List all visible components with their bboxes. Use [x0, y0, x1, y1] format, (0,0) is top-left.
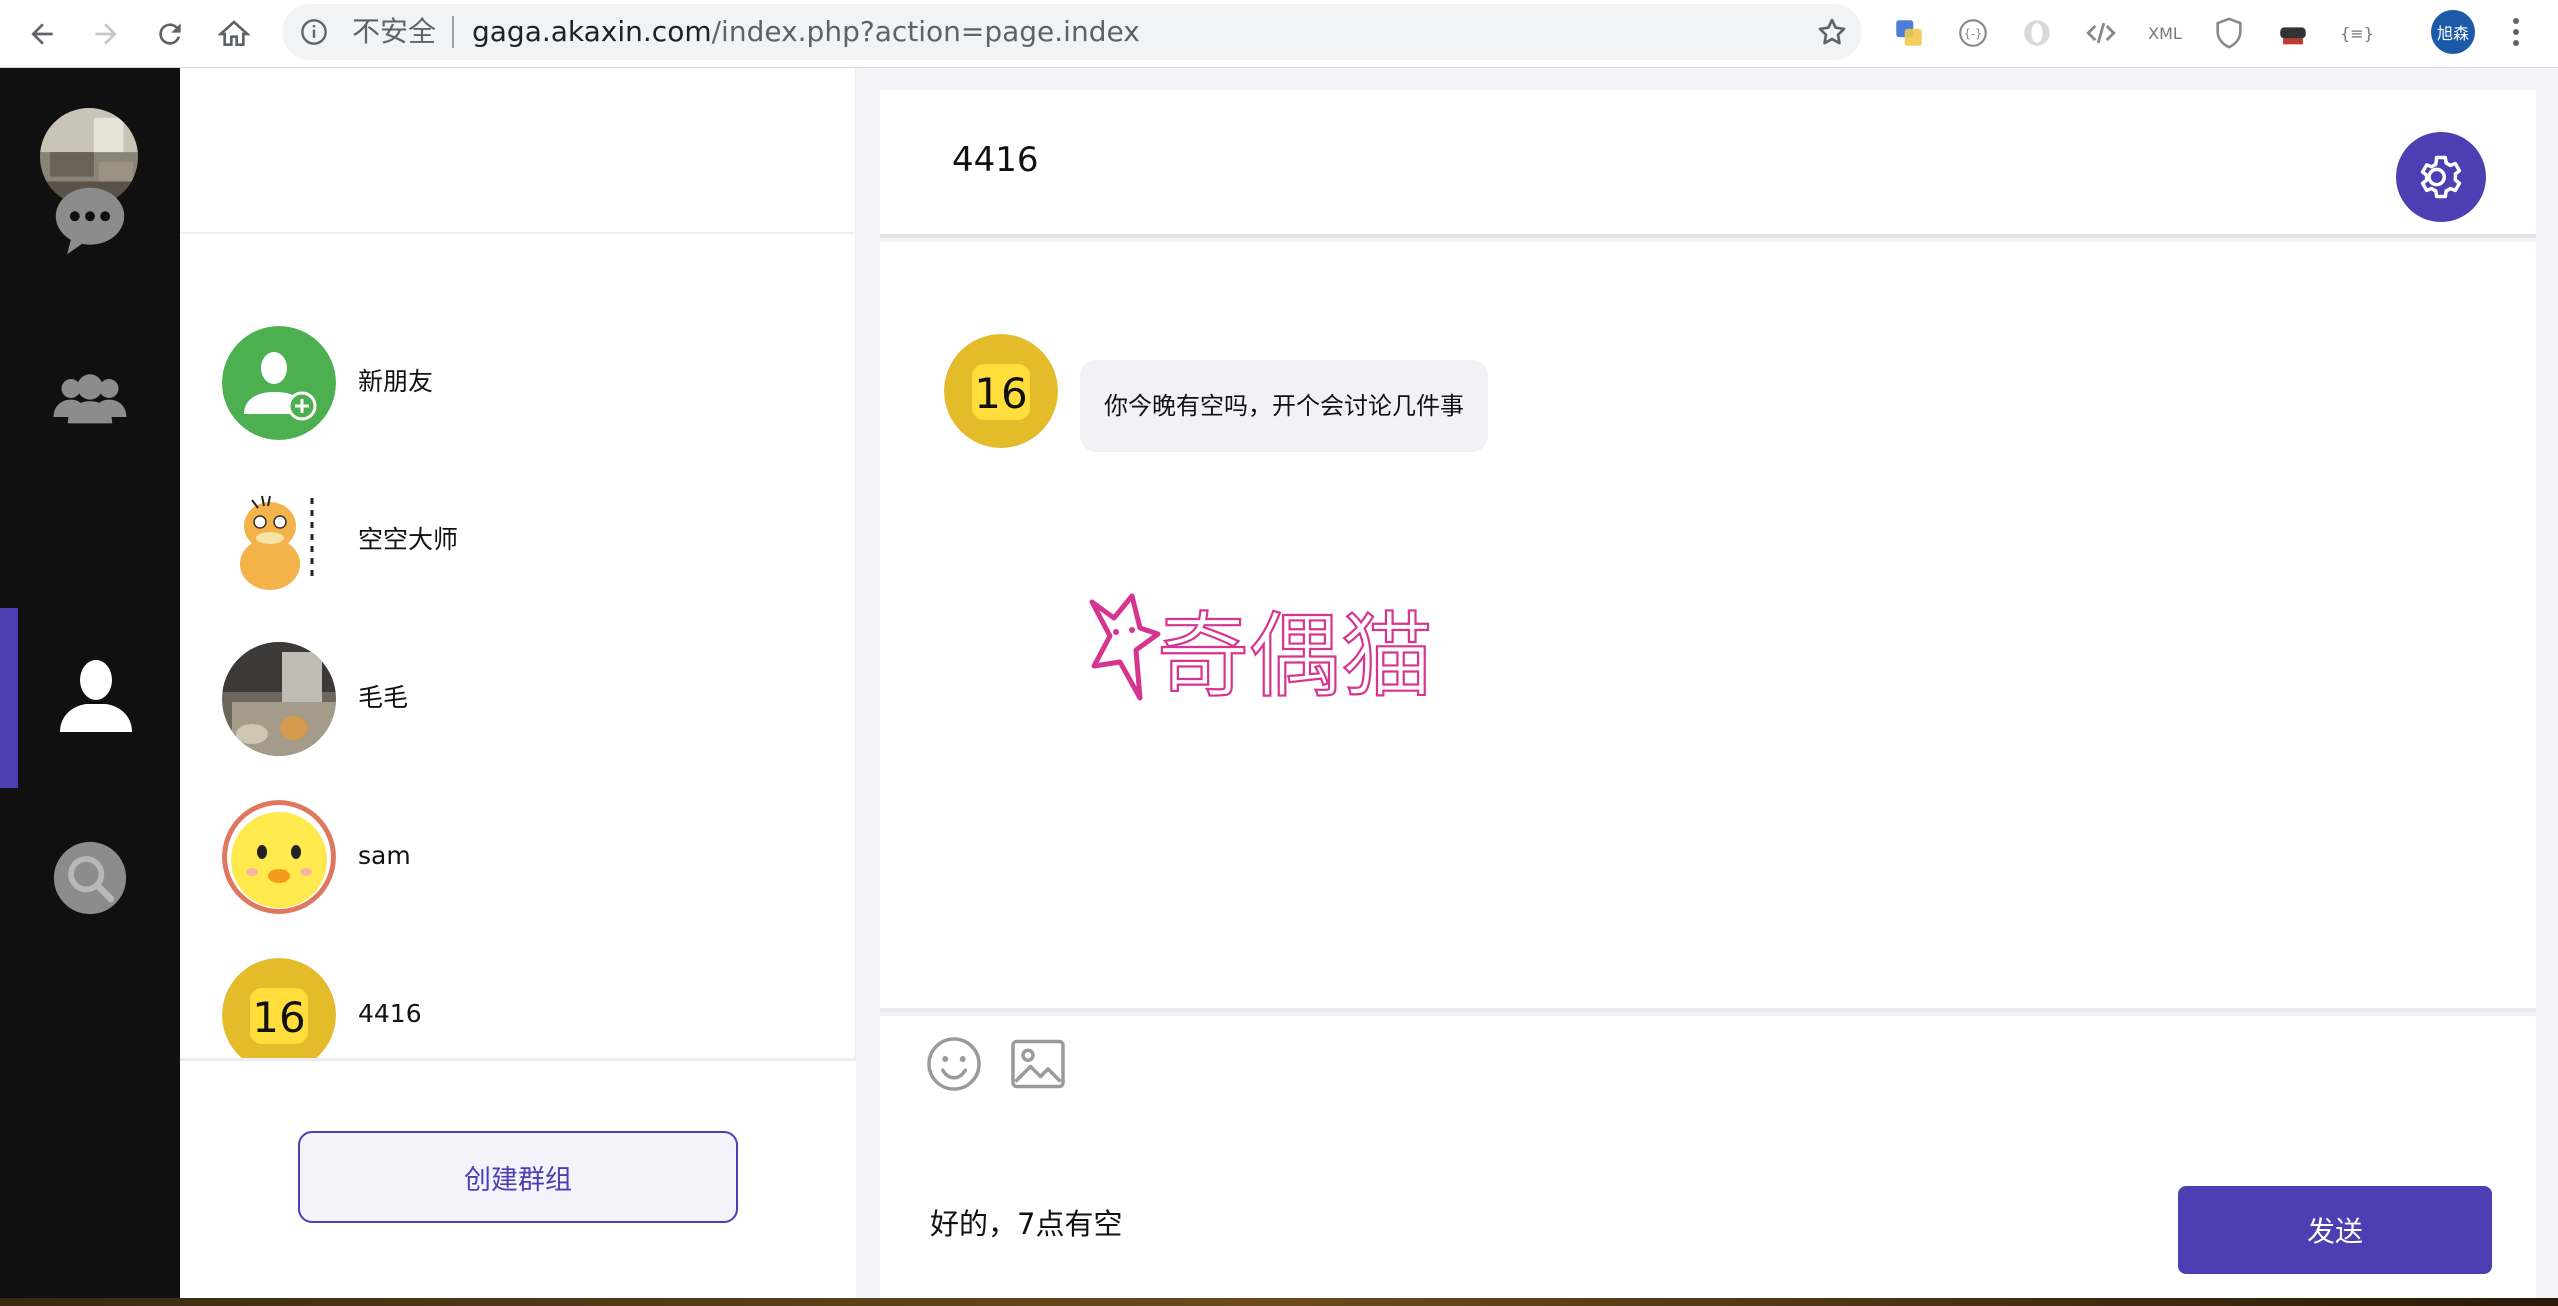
extension-bracket-button[interactable]: {-} — [1952, 12, 1994, 54]
nav-search-button[interactable] — [50, 838, 130, 918]
chat-settings-button[interactable] — [2396, 132, 2486, 222]
url-path: /index.php?action=page.index — [711, 15, 1140, 48]
contact-name: 4416 — [358, 999, 422, 1028]
contact-name: 毛毛 — [358, 683, 409, 712]
contact-item[interactable]: 16 4416 — [222, 958, 822, 1072]
person-icon — [60, 660, 132, 732]
send-button[interactable]: 发送 — [2178, 1186, 2492, 1274]
photo-avatar — [222, 642, 336, 756]
circle-extension-icon — [2024, 20, 2050, 46]
emoji-icon[interactable] — [924, 1034, 984, 1094]
extension-json-button[interactable]: {≡} — [2336, 12, 2378, 54]
insecure-label: 不安全 — [352, 15, 437, 48]
extension-opera-button[interactable] — [2016, 12, 2058, 54]
address-bar[interactable]: 不安全 gaga.akaxin.com/index.php?action=pag… — [282, 4, 1862, 60]
menu-dot-icon — [2513, 40, 2519, 46]
contacts-footer: 创建群组 — [180, 1058, 856, 1300]
star-icon[interactable] — [1816, 16, 1848, 48]
create-group-button[interactable]: 创建群组 — [298, 1131, 738, 1223]
shield-extension-icon — [2216, 17, 2242, 49]
chat-header: 4416 — [880, 90, 2536, 238]
reload-button[interactable] — [142, 6, 198, 62]
svg-text:{-}: {-} — [1964, 26, 1983, 40]
gear-icon — [2420, 155, 2462, 199]
contact-item[interactable]: 空空大师 — [222, 484, 822, 598]
contact-item[interactable]: sam — [222, 800, 822, 914]
desktop-background-strip — [0, 1298, 2558, 1306]
browser-toolbar: 不安全 gaga.akaxin.com/index.php?action=pag… — [0, 0, 2558, 68]
extension-code-button[interactable] — [2080, 12, 2122, 54]
number-16-avatar: 16 — [222, 958, 336, 1072]
menu-dot-icon — [2513, 18, 2519, 24]
xml-extension-icon: XML — [2148, 23, 2182, 43]
home-icon — [218, 20, 250, 46]
svg-text:16: 16 — [252, 993, 305, 1042]
contact-avatar — [222, 326, 336, 440]
message-input[interactable]: 好的，7点有空 — [930, 1204, 1122, 1244]
reload-icon — [159, 23, 181, 45]
translate-extension-icon — [1896, 20, 1922, 46]
info-icon[interactable] — [300, 18, 328, 46]
browser-menu-button[interactable] — [2500, 10, 2532, 54]
chick-cartoon-avatar — [222, 800, 336, 914]
extension-shield-button[interactable] — [2208, 12, 2250, 54]
duck-cartoon-avatar — [222, 484, 336, 598]
extension-translate-button[interactable] — [1888, 12, 1930, 54]
contact-name: 空空大师 — [358, 525, 459, 554]
home-button[interactable] — [206, 6, 262, 62]
nav-groups-button[interactable] — [50, 358, 130, 438]
url-text[interactable]: gaga.akaxin.com/index.php?action=page.in… — [472, 14, 1140, 50]
contact-list: 新朋友 空空大师 毛毛 sam 16 4416 — [180, 234, 856, 1128]
contact-item[interactable]: 新朋友 — [222, 326, 822, 440]
menu-dot-icon — [2513, 29, 2519, 35]
search-icon — [53, 841, 127, 915]
message-list: 16 你今晚有空吗，开个会讨论几件事 奇偶猫 — [880, 242, 2536, 1012]
group-icon — [53, 374, 127, 424]
contact-item[interactable]: 毛毛 — [222, 642, 822, 756]
arrow-left-icon — [31, 23, 53, 45]
cat-logo-sticker: 奇偶猫 — [1089, 593, 1434, 711]
contact-avatar — [222, 484, 336, 598]
message-bubble: 你今晚有空吗，开个会讨论几件事 — [1080, 360, 1488, 452]
add-friend-icon — [222, 326, 336, 440]
contacts-header — [180, 68, 856, 234]
extension-xml-button[interactable]: XML — [2144, 12, 2186, 54]
left-navigation — [0, 68, 180, 1300]
nav-contacts-button[interactable] — [56, 656, 136, 736]
nav-chat-button[interactable] — [50, 180, 130, 260]
contact-name: sam — [358, 841, 411, 870]
back-button[interactable] — [14, 6, 70, 62]
contact-name: 新朋友 — [358, 367, 434, 396]
code-extension-icon — [2086, 22, 2116, 44]
forward-button[interactable] — [78, 6, 134, 62]
omnibox-separator — [452, 16, 454, 48]
nav-active-indicator — [0, 608, 18, 788]
profile-avatar[interactable]: 旭森 — [2431, 10, 2475, 54]
image-icon[interactable] — [1008, 1034, 1068, 1094]
sticker-text: 奇偶猫 — [1157, 603, 1433, 710]
json-extension-icon: {≡} — [2340, 23, 2374, 43]
contact-avatar — [222, 642, 336, 756]
number-16-avatar: 16 — [944, 334, 1058, 448]
contact-avatar — [222, 800, 336, 914]
contact-avatar: 16 — [222, 958, 336, 1072]
message-composer: 好的，7点有空 发送 — [880, 1016, 2536, 1298]
mask-extension-icon — [2280, 27, 2306, 45]
message-sender-avatar[interactable]: 16 — [944, 334, 1058, 448]
url-host: gaga.akaxin.com — [472, 15, 712, 48]
extension-mask-button[interactable] — [2272, 12, 2314, 54]
sticker-message: 奇偶猫 — [1080, 588, 1460, 718]
avatar-number: 16 — [974, 369, 1027, 418]
chat-bubble-icon — [55, 187, 125, 255]
arrow-right-icon — [95, 23, 117, 45]
bracket-extension-icon: {-} — [1959, 19, 1987, 47]
chat-title: 4416 — [952, 140, 1039, 180]
contacts-panel: 新朋友 空空大师 毛毛 sam 16 4416 创建群组 — [180, 68, 856, 1300]
